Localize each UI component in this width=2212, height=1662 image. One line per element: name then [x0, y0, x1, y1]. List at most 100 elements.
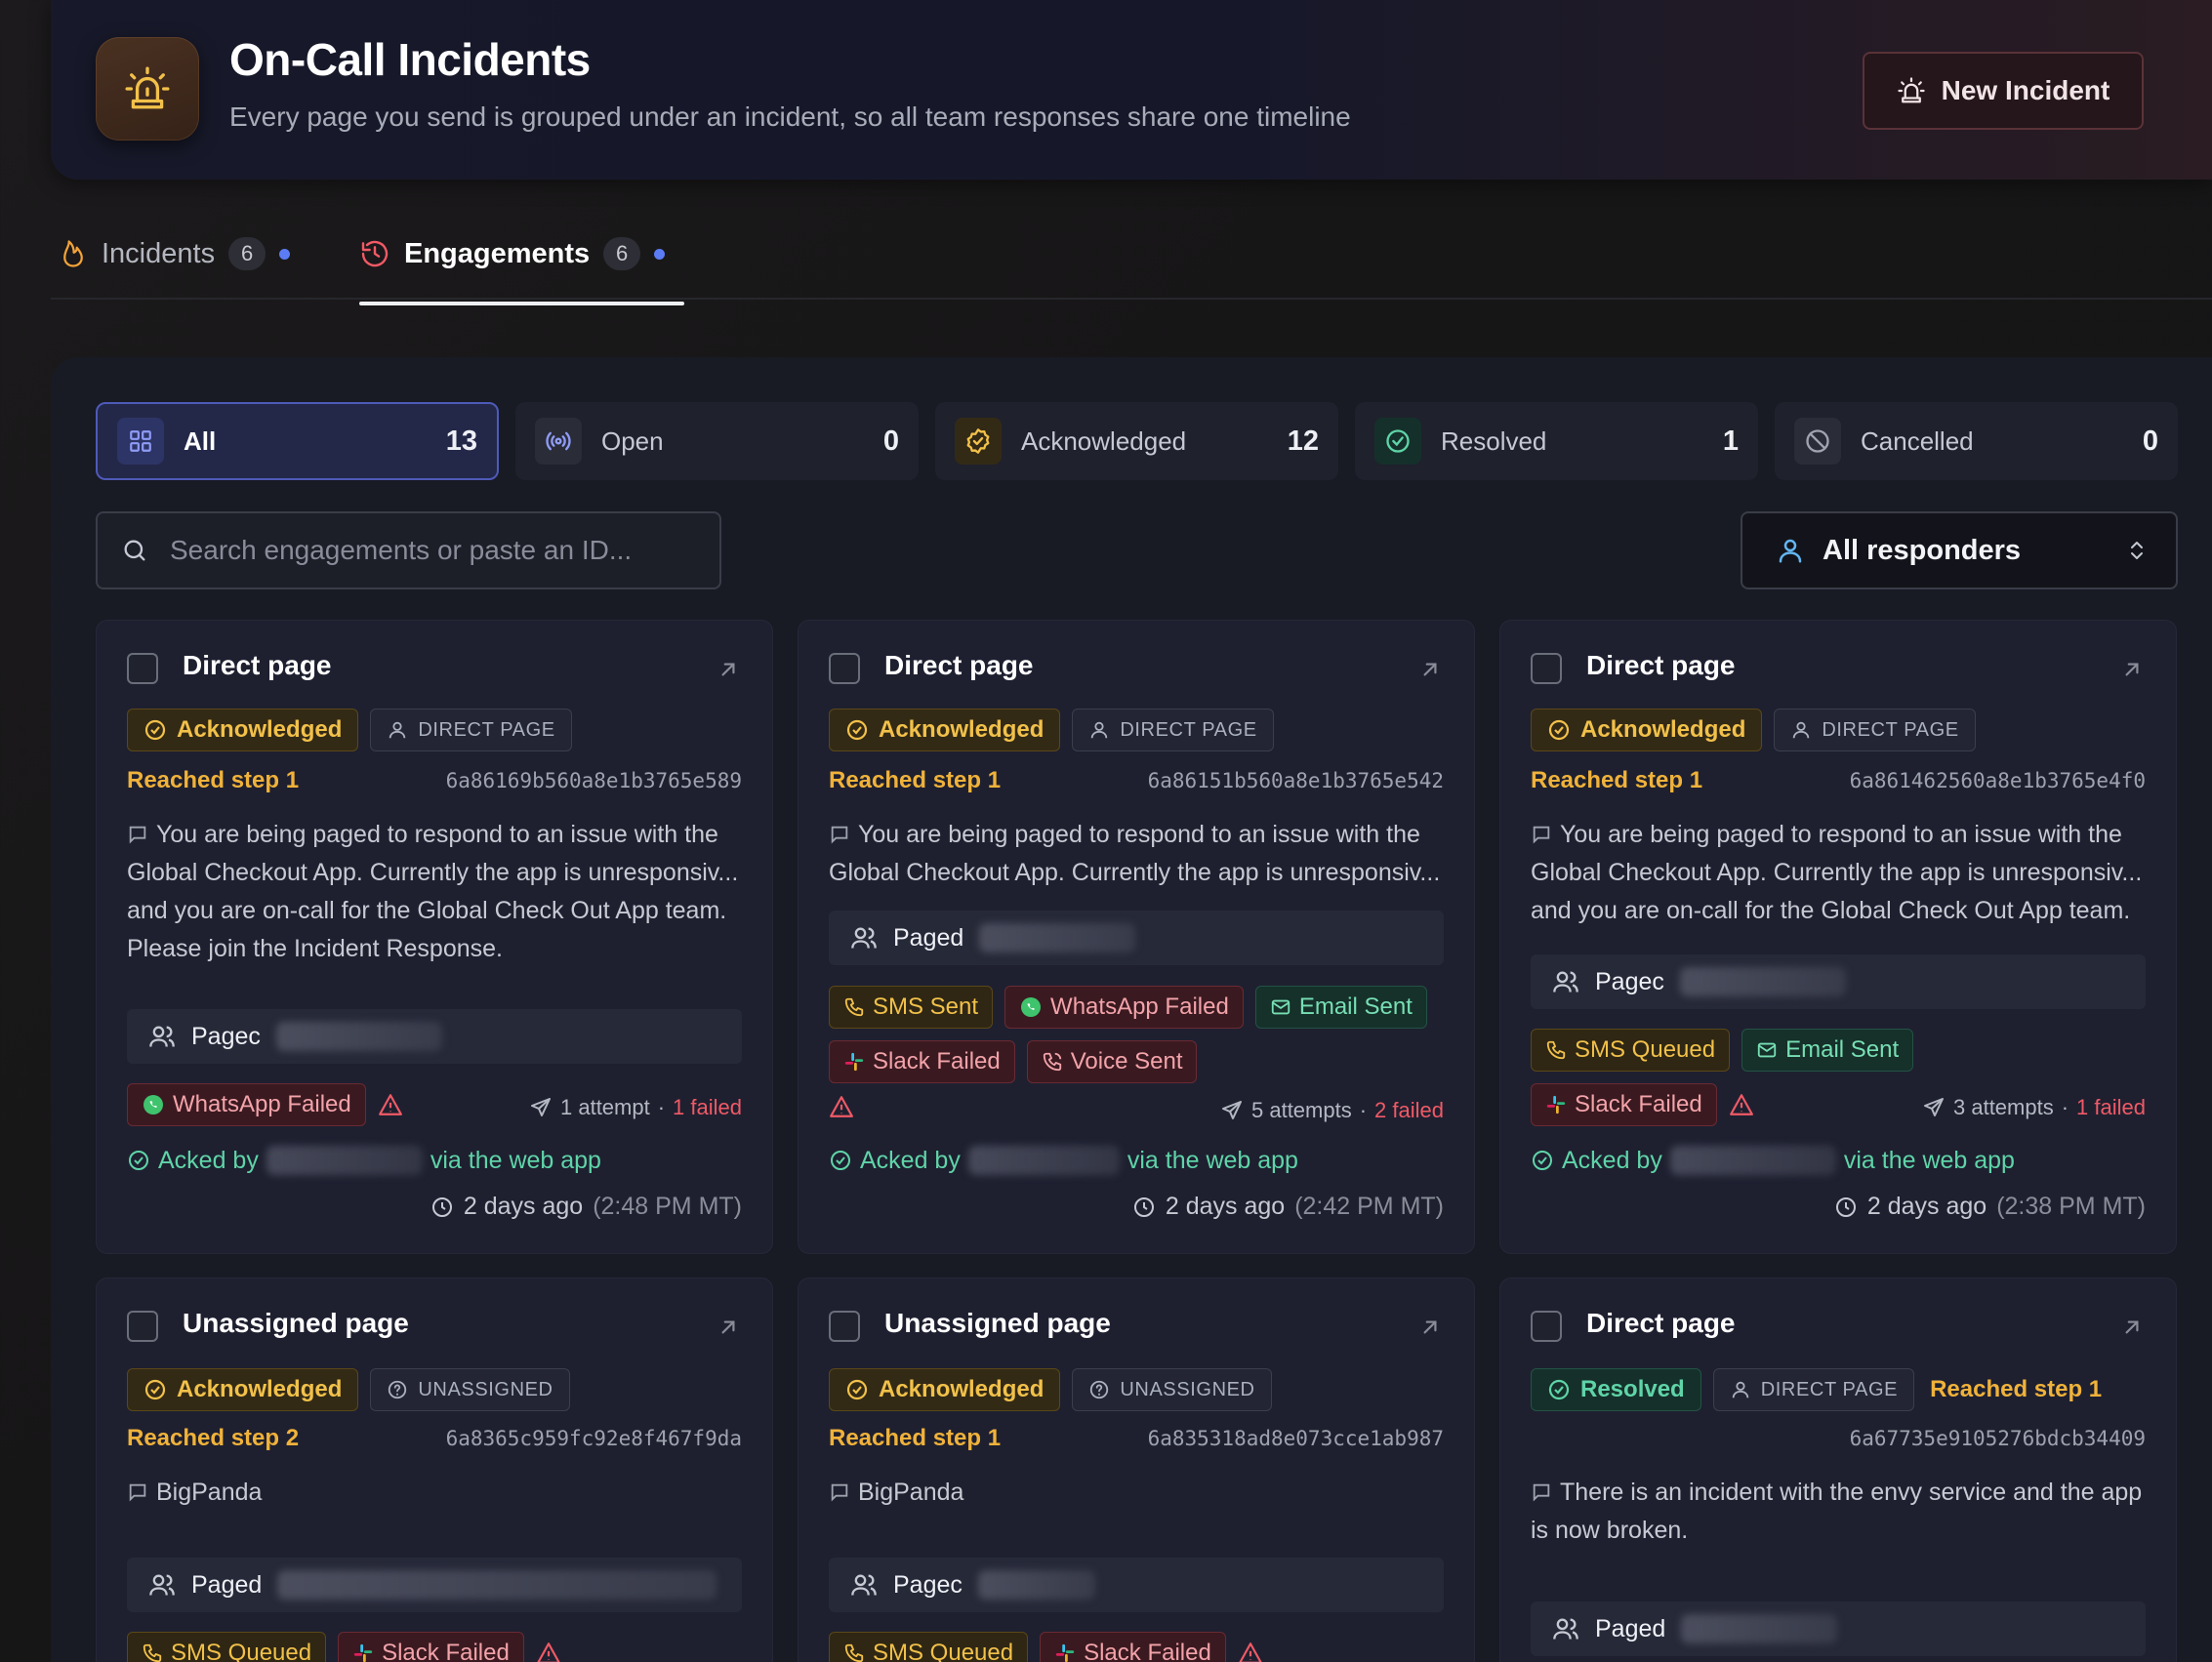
open-arrow-icon[interactable]: [716, 657, 741, 682]
check-circle-icon: [129, 1151, 148, 1170]
card-title: Unassigned page: [884, 1308, 1111, 1338]
engagement-card[interactable]: Direct page Resolved DIRECT PAGE Reached…: [1499, 1277, 2177, 1662]
failed-count: 2 failed: [1374, 1098, 1444, 1122]
redacted-responder: [1679, 967, 1846, 996]
user-icon: [389, 721, 406, 739]
step-label: Reached step 1: [1930, 1376, 2103, 1402]
status-badge: Acknowledged: [127, 1368, 359, 1411]
filter-count: 13: [445, 425, 477, 457]
channel-chip: Slack Failed: [1040, 1632, 1226, 1662]
filter-all[interactable]: All 13: [96, 402, 499, 480]
engagement-id[interactable]: 6a835318ad8e073cce1ab987: [1148, 1427, 1444, 1450]
tab-engagements-label: Engagements: [404, 238, 591, 269]
status-badge: Acknowledged: [829, 1368, 1061, 1411]
broadcast-icon: [535, 418, 582, 465]
paged-label: Paged: [1595, 1614, 1666, 1642]
timestamp: 2 days ago (2:38 PM MT): [1834, 1193, 2146, 1221]
new-incident-button[interactable]: New Incident: [1863, 52, 2144, 130]
filter-open[interactable]: Open 0: [515, 402, 919, 480]
filter-acknowledged[interactable]: Acknowledged 12: [935, 402, 1338, 480]
filter-count: 1: [1722, 425, 1739, 457]
paged-row: Pagec: [127, 1009, 742, 1064]
active-tab-indicator: [359, 302, 684, 305]
card-title: Unassigned page: [183, 1308, 409, 1338]
engagement-card[interactable]: Direct page Acknowledged DIRECT PAGE Rea…: [96, 620, 773, 1254]
clock-icon: [1133, 1196, 1154, 1217]
question-circle-icon: [1090, 1380, 1109, 1399]
slack-icon: [353, 1643, 373, 1662]
engagement-card[interactable]: Direct page Acknowledged DIRECT PAGE Rea…: [798, 620, 1475, 1254]
question-circle-icon: [389, 1380, 407, 1399]
open-arrow-icon[interactable]: [1417, 657, 1443, 682]
users-icon: [149, 1026, 175, 1047]
engagement-id[interactable]: 6a8365c959fc92e8f467f9da: [446, 1427, 742, 1450]
channel-chip: WhatsApp Failed: [127, 1083, 366, 1126]
type-label: UNASSIGNED: [1120, 1378, 1255, 1400]
user-icon: [1091, 721, 1108, 739]
channel-chip: Slack Failed: [338, 1632, 524, 1662]
attempts-summary: 1 attempt · 1 failed: [529, 1095, 742, 1120]
acked-by: Acked by via the web app: [127, 1146, 601, 1175]
tab-bar: Incidents 6 Engagements 6: [51, 229, 2212, 305]
mail-icon: [1271, 999, 1290, 1015]
check-circle-icon: [831, 1151, 850, 1170]
channel-chip: Slack Failed: [1531, 1083, 1717, 1126]
type-badge: DIRECT PAGE: [1712, 1368, 1915, 1411]
filter-label: All: [184, 426, 217, 456]
card-badges: Acknowledged UNASSIGNED: [829, 1368, 1272, 1411]
type-label: DIRECT PAGE: [1822, 718, 1959, 741]
failed-count: 1 failed: [673, 1095, 742, 1119]
card-badges: Acknowledged DIRECT PAGE: [127, 709, 572, 751]
open-arrow-icon[interactable]: [716, 1315, 741, 1340]
message-icon: [831, 826, 848, 844]
select-checkbox[interactable]: [829, 1311, 860, 1342]
page-message: BigPanda: [829, 1474, 1444, 1512]
status-badge: Acknowledged: [127, 709, 359, 751]
engagement-card[interactable]: Unassigned page Acknowledged UNASSIGNED …: [96, 1277, 773, 1662]
select-checkbox[interactable]: [127, 1311, 158, 1342]
message-icon: [129, 1483, 146, 1502]
select-checkbox[interactable]: [1531, 1311, 1562, 1342]
engagement-id[interactable]: 6a861462560a8e1b3765e4f0: [1850, 769, 2146, 792]
responders-select[interactable]: All responders: [1741, 511, 2178, 589]
tab-engagements[interactable]: Engagements 6: [359, 229, 666, 300]
send-icon: [1924, 1098, 1944, 1116]
paged-row: Paged: [127, 1558, 742, 1612]
redacted-responder: [275, 1022, 442, 1051]
paged-row: Paged: [829, 911, 1444, 965]
badge-check-icon: [846, 1379, 868, 1400]
paged-row: Pagec: [1531, 954, 2146, 1009]
search-input[interactable]: [170, 535, 697, 566]
engagement-card[interactable]: Direct page Acknowledged DIRECT PAGE Rea…: [1499, 620, 2177, 1254]
whatsapp-icon: [143, 1095, 163, 1115]
attempts-count: 3 attempts: [1953, 1095, 2054, 1119]
engagement-id[interactable]: 6a86169b560a8e1b3765e589: [446, 769, 742, 792]
message-text: BigPanda: [156, 1479, 263, 1506]
open-arrow-icon[interactable]: [2119, 1315, 2145, 1340]
filter-resolved[interactable]: Resolved 1: [1355, 402, 1758, 480]
filter-label: Acknowledged: [1021, 426, 1187, 456]
alert-triangle-icon: [378, 1092, 403, 1117]
open-arrow-icon[interactable]: [2119, 657, 2145, 682]
clock-icon: [431, 1196, 452, 1217]
select-checkbox[interactable]: [1531, 653, 1562, 684]
channel-chip: Email Sent: [1254, 986, 1427, 1029]
message-icon: [1533, 1483, 1550, 1502]
engagement-id[interactable]: 6a67735e9105276bdcb34409: [1850, 1427, 2146, 1450]
engagement-id[interactable]: 6a86151b560a8e1b3765e542: [1148, 769, 1444, 792]
redacted-responder: [1681, 1614, 1838, 1643]
status-label: Acknowledged: [177, 716, 343, 743]
engagement-card[interactable]: Unassigned page Acknowledged UNASSIGNED …: [798, 1277, 1475, 1662]
redacted-responder: [977, 1570, 1095, 1600]
tab-incidents-count: 6: [228, 237, 266, 270]
status-label: Acknowledged: [1580, 716, 1746, 743]
status-badge: Resolved: [1531, 1368, 1701, 1411]
acked-by: Acked by via the web app: [829, 1146, 1298, 1175]
select-checkbox[interactable]: [127, 653, 158, 684]
open-arrow-icon[interactable]: [1417, 1315, 1443, 1340]
select-checkbox[interactable]: [829, 653, 860, 684]
tab-incidents[interactable]: Incidents 6: [59, 229, 291, 300]
filter-cancelled[interactable]: Cancelled 0: [1775, 402, 2178, 480]
slack-icon: [844, 1052, 864, 1072]
card-badges: Resolved DIRECT PAGE Reached step 1: [1531, 1368, 2102, 1411]
